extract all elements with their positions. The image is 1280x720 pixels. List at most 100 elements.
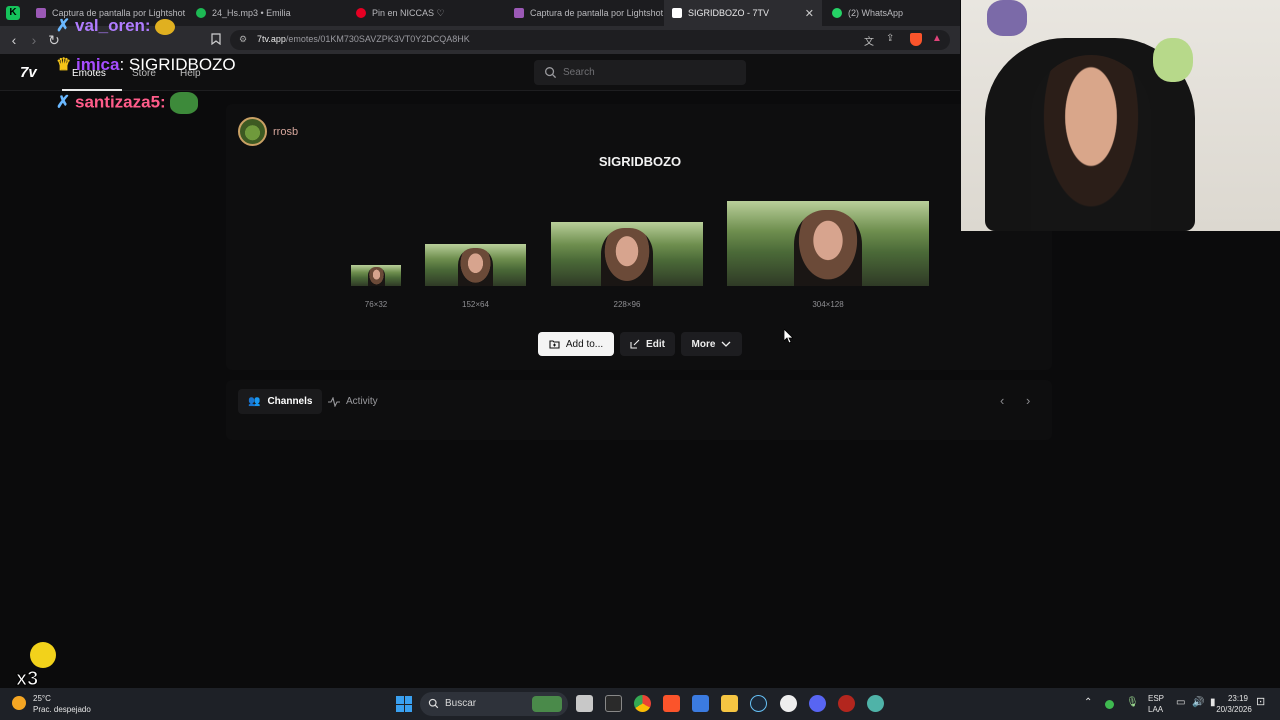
- avatar[interactable]: [238, 117, 267, 146]
- emote-preview-1x[interactable]: [351, 265, 401, 286]
- store-icon[interactable]: [692, 695, 709, 712]
- chat-message: : SIGRIDBOZO: [119, 55, 236, 74]
- chat-line-1: ✗ val_oren:: [56, 16, 176, 36]
- brave-rewards-icon[interactable]: ▲: [932, 33, 942, 44]
- add-to-button[interactable]: Add to...: [538, 332, 614, 356]
- clock-date[interactable]: 20/3/2026: [1212, 705, 1256, 715]
- chat-line-2: ♛ imica: SIGRIDBOZO: [56, 55, 236, 75]
- url-path: /emotes/01KM730SAVZPK3VT0Y2DCQA8HK: [285, 34, 470, 44]
- share-icon[interactable]: ⇪: [886, 33, 894, 44]
- prev-page-icon[interactable]: ‹: [1000, 393, 1004, 408]
- recorder-icon[interactable]: [838, 695, 855, 712]
- chrome-icon[interactable]: [634, 695, 651, 712]
- crown-icon: ♛: [56, 55, 72, 74]
- folder-icon[interactable]: [721, 695, 738, 712]
- tab-channels[interactable]: 👥 Channels: [238, 389, 323, 414]
- tab-channels-label: Channels: [267, 396, 313, 407]
- chat-line-3: ✗ santizaza5:: [56, 92, 199, 114]
- sword-icon: ✗: [56, 16, 71, 35]
- tab-activity-label: Activity: [346, 396, 378, 407]
- plush-toy: [987, 0, 1027, 36]
- microphone-icon[interactable]: 🎙: [1126, 698, 1139, 708]
- brave-shield-icon[interactable]: [910, 33, 922, 46]
- weather-icon[interactable]: [12, 696, 26, 710]
- activity-icon: [328, 396, 340, 407]
- tab-spotify[interactable]: 24_Hs.mp3 • Emilia: [188, 0, 346, 26]
- tab-lightshot-2[interactable]: Captura de pantalla por Lightshot: [506, 0, 664, 26]
- github-icon[interactable]: [780, 695, 797, 712]
- clock-time[interactable]: 23:19: [1220, 694, 1256, 704]
- weather-temp[interactable]: 25°C: [33, 694, 51, 704]
- start-icon[interactable]: [396, 696, 412, 712]
- emote-preview-4x[interactable]: [727, 201, 929, 286]
- chat-user: santizaza5:: [74, 92, 166, 112]
- search-highlight-icon: [532, 696, 562, 712]
- whatsapp-icon: [832, 8, 842, 18]
- taskbar: 25°C Prac. despejado Buscar ⌃ 🎙 ESP LAA …: [0, 688, 1280, 720]
- tab-pinterest[interactable]: Pin en NICCAS ♡: [348, 0, 506, 26]
- edit-icon: [630, 339, 640, 349]
- overlay-emote: [30, 642, 56, 668]
- more-button[interactable]: More: [681, 332, 742, 356]
- emote-preview-2x[interactable]: [425, 244, 526, 286]
- add-to-label: Add to...: [565, 338, 604, 350]
- sword-icon: ✗: [56, 92, 71, 112]
- weather-desc[interactable]: Prac. despejado: [33, 705, 91, 715]
- discord-icon[interactable]: [809, 695, 826, 712]
- size-label-1x: 76×32: [364, 300, 388, 309]
- translate-icon[interactable]: 文: [864, 33, 874, 48]
- epic-games-icon[interactable]: [605, 695, 622, 712]
- chat-user: val_oren:: [74, 16, 151, 35]
- owner-name[interactable]: rrosb: [273, 126, 298, 138]
- language-secondary[interactable]: LAA: [1148, 705, 1163, 715]
- users-icon: 👥: [248, 396, 261, 407]
- tab-label: Captura de pantalla por Lightshot: [530, 8, 664, 18]
- page-title: SIGRIDBOZO: [598, 154, 682, 169]
- language-primary[interactable]: ESP: [1148, 694, 1164, 704]
- brave-icon[interactable]: [663, 695, 680, 712]
- back-icon[interactable]: ‹: [5, 31, 23, 49]
- tab-activity[interactable]: Activity: [318, 389, 388, 414]
- search-icon: [428, 698, 439, 709]
- taskbar-search[interactable]: Buscar: [420, 692, 568, 716]
- person: [1031, 55, 1151, 231]
- chevron-down-icon: [721, 341, 731, 347]
- 7tv-icon: [672, 8, 682, 18]
- taskbar-search-label: Buscar: [445, 698, 477, 709]
- size-label-4x: 304×128: [812, 300, 844, 309]
- tab-whatsapp[interactable]: (2) WhatsApp: [824, 0, 960, 26]
- network-icon[interactable]: ▭: [1176, 698, 1185, 708]
- chevron-up-icon[interactable]: ⌃: [1084, 698, 1092, 708]
- emote-preview-3x[interactable]: [551, 222, 703, 286]
- steam-icon[interactable]: [750, 695, 767, 712]
- size-label-3x: 228×96: [613, 300, 641, 309]
- webcam-overlay: [961, 0, 1280, 231]
- app-icon[interactable]: [867, 695, 884, 712]
- file-explorer-alt-icon[interactable]: [576, 695, 593, 712]
- volume-icon[interactable]: 🔊: [1192, 698, 1204, 708]
- chat-emote: [155, 18, 176, 35]
- feather-icon: [36, 8, 46, 18]
- bookmark-icon[interactable]: [207, 31, 225, 49]
- status-dot-icon[interactable]: [1105, 700, 1114, 709]
- search-input[interactable]: Search: [534, 60, 746, 85]
- search-icon: [545, 67, 557, 79]
- site-logo[interactable]: 7v: [20, 64, 37, 81]
- tab-label: Pin en NICCAS ♡: [372, 7, 445, 18]
- app-icon[interactable]: K: [6, 6, 20, 20]
- address-bar[interactable]: ⚙ 7tv.app/emotes/01KM730SAVZPK3VT0Y2DCQA…: [230, 30, 950, 50]
- next-page-icon[interactable]: ›: [1026, 393, 1030, 408]
- edit-button[interactable]: Edit: [620, 332, 675, 356]
- chat-user: imica: [75, 55, 120, 74]
- feather-icon: [514, 8, 524, 18]
- tab-7tv[interactable]: SIGRIDBOZO - 7TV ✕: [664, 0, 822, 26]
- site-info-icon[interactable]: ⚙: [239, 34, 247, 45]
- folder-plus-icon: [549, 340, 560, 349]
- close-icon[interactable]: ✕: [805, 7, 814, 20]
- forward-icon[interactable]: ›: [25, 31, 43, 49]
- url-text: 7tv.app/emotes/01KM730SAVZPK3VT0Y2DCQA8H…: [257, 34, 470, 44]
- notifications-icon[interactable]: ⊡: [1256, 697, 1265, 708]
- more-label: More: [691, 338, 716, 350]
- chat-emote: [170, 92, 199, 114]
- tab-label: SIGRIDBOZO - 7TV: [688, 8, 770, 18]
